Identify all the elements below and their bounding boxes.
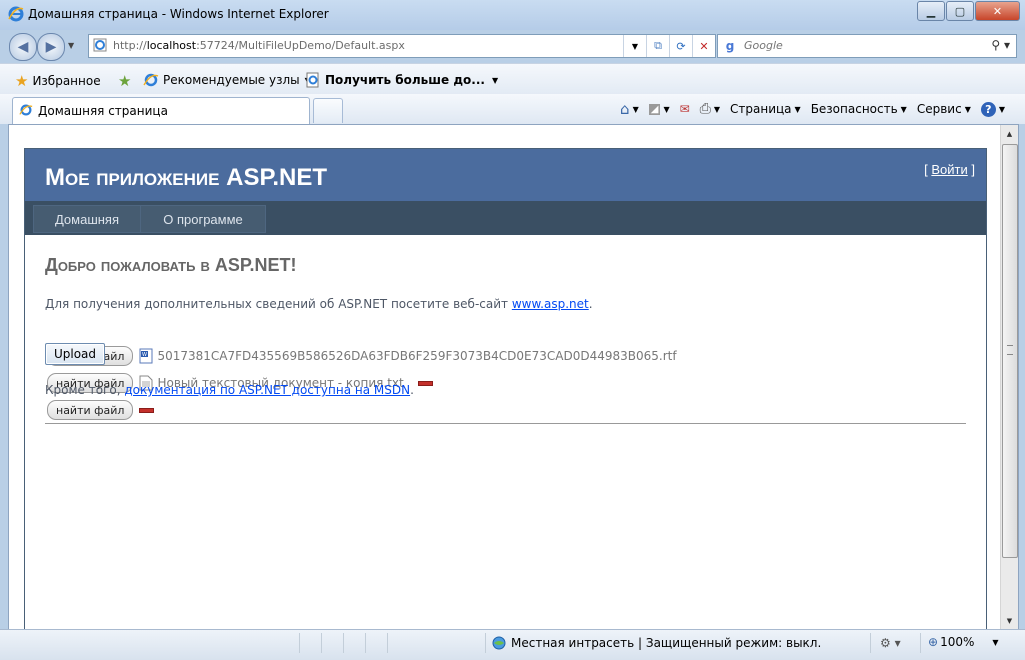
ie-logo-icon [8, 6, 24, 22]
browser-viewport: Мое приложение ASP.NET [ Войти ] Домашня… [8, 124, 1019, 631]
history-dropdown-icon[interactable]: ▼ [68, 41, 74, 50]
status-bar: Местная интрасеть | Защищенный режим: вы… [0, 629, 1025, 660]
browse-file-button[interactable]: найти файл [47, 400, 134, 420]
address-field[interactable]: http://localhost:57724/MultiFileUpDemo/D… [88, 34, 716, 58]
scroll-down-arrow-icon[interactable]: ▼ [1001, 612, 1018, 629]
intranet-globe-icon [492, 636, 506, 650]
chevron-down-icon: ▼ [992, 637, 999, 647]
feeds-button[interactable]: ◢ ▼ [648, 103, 670, 115]
home-icon: ⌂ [620, 100, 630, 118]
forward-button[interactable]: ▶ [37, 33, 65, 61]
intro-paragraph: Для получения дополнительных сведений об… [45, 297, 593, 311]
ie-page-link-icon [306, 72, 319, 88]
recommended-sites-link[interactable]: Рекомендуемые узлы ▼ [143, 72, 311, 88]
page-heading: Добро пожаловать в ASP.NET! [45, 255, 297, 275]
rss-feed-icon: ◢ [648, 103, 661, 115]
compatibility-icon[interactable]: ⚙ ▾ [880, 636, 901, 650]
url-text: http://localhost:57724/MultiFileUpDemo/D… [113, 39, 405, 52]
back-arrow-icon: ◀ [17, 39, 29, 55]
title-bar: Домашняя страница - Windows Internet Exp… [0, 0, 1025, 30]
compatibility-view-icon[interactable]: ⧉ [646, 35, 669, 57]
ie-tab-icon [19, 104, 33, 116]
rtf-document-icon: W [139, 348, 153, 364]
back-button[interactable]: ◀ [9, 33, 37, 61]
ie-page-icon [93, 38, 107, 52]
main-menu: Домашняя О программе [25, 201, 986, 235]
file-row: найти файл W 5017381CA7FD435569B586526DA… [47, 346, 677, 366]
window-title: Домашняя страница - Windows Internet Exp… [28, 7, 329, 21]
file-upload-list: найти файл W 5017381CA7FD435569B586526DA… [45, 339, 966, 424]
help-button[interactable]: ? ▼ [980, 101, 1005, 117]
remove-file-button[interactable] [139, 407, 155, 413]
menu-item-about[interactable]: О программе [140, 205, 266, 233]
site-container: Мое приложение ASP.NET [ Войти ] Домашня… [24, 148, 987, 631]
home-button[interactable]: ⌂ ▼ [620, 100, 639, 118]
login-area: [ Войти ] [924, 162, 975, 177]
favorites-star-icon: ★ [15, 72, 29, 90]
stop-icon[interactable]: ✕ [692, 35, 715, 57]
printer-icon: ⎙ [699, 101, 711, 117]
site-title: Мое приложение ASP.NET [45, 164, 328, 191]
print-button[interactable]: ⎙ ▼ [700, 101, 720, 117]
favorites-bar: ★ Избранное ★ Рекомендуемые узлы ▼ Получ… [0, 63, 1025, 95]
vertical-scrollbar[interactable]: ▲ ▼ [1000, 125, 1018, 629]
ie-link-icon [143, 73, 159, 87]
close-button[interactable]: ✕ [975, 1, 1020, 21]
address-dropdown-icon[interactable]: ▼ [623, 35, 646, 57]
new-tab-button[interactable] [313, 98, 343, 123]
remove-file-button[interactable] [417, 380, 433, 386]
page-menu[interactable]: Страница ▼ [730, 102, 801, 116]
asp-net-link[interactable]: www.asp.net [512, 297, 589, 311]
login-link[interactable]: Войти [931, 162, 967, 177]
footer-paragraph: Кроме того, документация по ASP.NET дост… [45, 383, 414, 397]
zoom-icon: ⊕ [928, 635, 939, 649]
search-input[interactable] [742, 38, 986, 53]
selected-file-name: 5017381CA7FD435569B586526DA63FDB6F259F30… [157, 349, 677, 363]
chevron-down-icon: ▼ [491, 75, 499, 85]
scroll-up-arrow-icon[interactable]: ▲ [1001, 125, 1018, 142]
site-header: Мое приложение ASP.NET [ Войти ] [25, 149, 986, 201]
command-bar: ⌂ ▼ ◢ ▼ ✉ ⎙ ▼ Страница ▼ Безопасность ▼ Серви… [610, 100, 1005, 118]
forward-arrow-icon: ▶ [45, 39, 57, 55]
add-favorite-icon: ★ [118, 72, 132, 90]
msdn-docs-link[interactable]: документация по ASP.NET доступна на MSDN [124, 383, 410, 397]
main-content: Добро пожаловать в ASP.NET! Для получени… [45, 235, 966, 424]
scroll-thumb[interactable] [1002, 144, 1018, 558]
tools-menu[interactable]: Сервис ▼ [917, 102, 971, 116]
get-more-addons-link[interactable]: Получить больше до... ▼ [305, 72, 498, 88]
tab-row: Домашняя страница ⌂ ▼ ◢ ▼ ✉ ⎙ ▼ Страница ▼ Б… [0, 94, 1025, 124]
tab-home-page[interactable]: Домашняя страница [12, 97, 310, 124]
favorites-button[interactable]: ★ Избранное [15, 72, 101, 90]
security-zone[interactable]: Местная интрасеть | Защищенный режим: вы… [491, 635, 821, 651]
address-bar-row: ◀ ▶ ▼ http://localhost:57724/MultiFileUp… [0, 30, 1025, 62]
menu-item-home[interactable]: Домашняя [33, 205, 141, 233]
search-icon[interactable]: ⚲ ▾ [991, 38, 1010, 52]
page-background: Мое приложение ASP.NET [ Войти ] Домашня… [9, 125, 1000, 631]
google-icon: g [725, 39, 735, 53]
file-row: найти файл [47, 400, 155, 420]
zoom-control[interactable]: ⊕ 100% ▼ [928, 635, 999, 649]
maximize-button[interactable]: ▢ [946, 1, 974, 21]
help-icon: ? [980, 101, 996, 117]
refresh-icon[interactable]: ⟳ [669, 35, 692, 57]
mail-icon: ✉ [679, 102, 690, 116]
minimize-button[interactable]: ▁ [917, 1, 945, 21]
search-box[interactable]: g ⚲ ▾ [717, 34, 1017, 58]
svg-text:W: W [142, 352, 147, 358]
add-favorite-button[interactable]: ★ [118, 72, 135, 90]
upload-button[interactable]: Upload [45, 343, 105, 365]
read-mail-button[interactable]: ✉ [680, 102, 690, 116]
safety-menu[interactable]: Безопасность ▼ [811, 102, 907, 116]
